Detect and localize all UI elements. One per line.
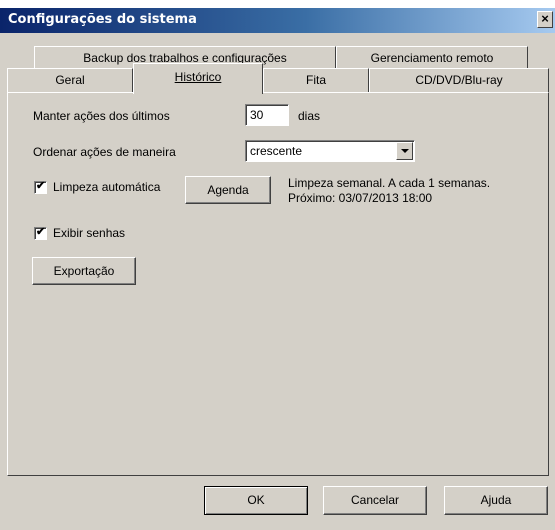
order-select-value: crescente <box>250 144 303 158</box>
tab-historico[interactable]: Histórico <box>133 63 263 94</box>
tab-historico-label: Histórico <box>174 70 222 84</box>
tab-remote-management-label: Gerenciamento remoto <box>370 51 494 65</box>
tab-cd-dvd-bluray-label: CD/DVD/Blu-ray <box>415 73 503 87</box>
settings-window: Configurações do sistema × Backup dos tr… <box>0 0 555 530</box>
keep-days-unit: dias <box>298 109 321 123</box>
auto-clean-label: Limpeza automática <box>53 180 161 194</box>
checkmark-icon: ✔ <box>36 180 46 192</box>
tab-geral[interactable]: Geral <box>7 68 133 92</box>
export-button[interactable]: Exportação <box>32 257 136 285</box>
tab-fita[interactable]: Fita <box>263 68 369 92</box>
ok-button[interactable]: OK <box>204 486 308 515</box>
order-label: Ordenar ações de maneira <box>33 145 176 159</box>
window-title: Configurações do sistema <box>8 12 197 27</box>
close-button[interactable]: × <box>537 11 553 28</box>
schedule-info-line2: Próximo: 03/07/2013 18:00 <box>288 191 433 205</box>
tab-geral-label: Geral <box>55 73 85 87</box>
order-select[interactable]: crescente <box>245 140 415 162</box>
keep-days-input[interactable]: 30 <box>245 104 289 126</box>
tab-fita-label: Fita <box>305 73 326 87</box>
tab-remote-management[interactable]: Gerenciamento remoto <box>336 46 528 68</box>
cancel-button[interactable]: Cancelar <box>323 486 427 515</box>
checkmark-icon: ✔ <box>36 226 46 238</box>
help-button[interactable]: Ajuda <box>444 486 548 515</box>
schedule-info-line1: Limpeza semanal. A cada 1 semanas. <box>288 176 491 190</box>
chevron-down-icon[interactable] <box>396 142 413 160</box>
schedule-button[interactable]: Agenda <box>185 176 271 204</box>
top-strip <box>0 0 555 8</box>
auto-clean-checkbox[interactable]: ✔ <box>34 180 47 194</box>
keep-actions-label: Manter ações dos últimos <box>33 109 170 123</box>
show-passwords-checkbox[interactable]: ✔ <box>34 226 47 240</box>
show-passwords-label: Exibir senhas <box>53 226 126 240</box>
tab-cd-dvd-bluray[interactable]: CD/DVD/Blu-ray <box>369 68 549 92</box>
